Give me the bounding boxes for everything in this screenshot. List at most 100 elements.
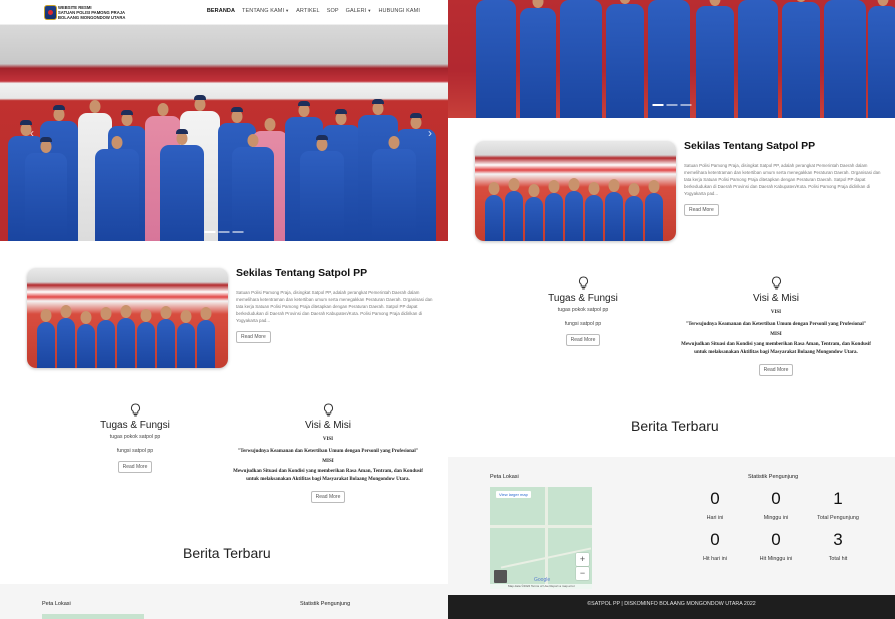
misi-label: MISI	[322, 459, 334, 464]
lightbulb-icon	[323, 403, 333, 417]
nav-item-tentang-kami[interactable]: TENTANG KAMI▼	[242, 8, 289, 14]
stat-value: 0	[771, 530, 781, 549]
visi-misi-block: Visi & Misi VISI "Terwujudnya Keamanan d…	[676, 276, 876, 376]
nav-item-hubungi-kami[interactable]: HUBUNGI KAMI	[378, 8, 420, 14]
google-logo: Google	[534, 577, 551, 583]
nav-item-label: SOP	[326, 8, 339, 14]
visi-read-more-button[interactable]: Read More	[310, 491, 346, 503]
carousel-indicators	[204, 231, 244, 233]
lightbulb-icon	[130, 403, 140, 417]
carousel-indicator[interactable]	[204, 231, 216, 233]
carousel-indicator[interactable]	[666, 104, 677, 106]
visi-read-more-button[interactable]: Read More	[758, 364, 794, 376]
view-larger-map-link[interactable]: View larger map	[496, 491, 531, 498]
site-brand[interactable]: WEBSITE RESMI SATUAN POLISI PAMONG PRAJA…	[58, 5, 128, 20]
caret-down-icon: ▼	[285, 8, 290, 13]
navbar: WEBSITE RESMI SATUAN POLISI PAMONG PRAJA…	[0, 0, 448, 25]
tugas-read-more-button[interactable]: Read More	[565, 334, 601, 346]
zoom-out-button[interactable]: −	[576, 567, 589, 580]
street-view-pegman-icon[interactable]	[494, 570, 507, 583]
carousel-indicator[interactable]	[680, 104, 691, 106]
about-text: Satuan Polisi Pamong Praja, disingkat Sa…	[684, 163, 881, 196]
stat-value: 3	[833, 530, 843, 549]
site-logo-icon[interactable]	[44, 5, 57, 20]
about-title: Sekilas Tentang Satpol PP	[236, 267, 368, 279]
visi-label: VISI	[770, 310, 782, 315]
nav-item-label: TENTANG KAMI	[242, 8, 285, 14]
hero-photo	[0, 91, 448, 241]
zoom-in-button[interactable]: +	[576, 553, 589, 566]
nav-item-label: GALERI	[345, 8, 367, 14]
tugas-body: fungsi satpol pp	[564, 321, 602, 327]
carousel-prev-icon[interactable]: ‹	[30, 126, 34, 140]
lightbulb-icon	[578, 276, 588, 290]
visi-text: "Terwujudnya Keamanan dan Ketertiban Umu…	[685, 322, 867, 327]
stat-hit-minggu-ini: 0 Hit Minggu ini	[746, 530, 806, 562]
map-title: Peta Lokasi	[490, 474, 519, 480]
stat-label: Total Pengunjung	[817, 515, 859, 521]
page-capture-left: WEBSITE RESMI SATUAN POLISI PAMONG PRAJA…	[0, 0, 448, 619]
carousel-indicator[interactable]	[652, 104, 663, 106]
about-title: Sekilas Tentang Satpol PP	[684, 140, 816, 152]
carousel-indicator[interactable]	[232, 231, 244, 233]
about-read-more-button[interactable]: Read More	[236, 331, 271, 343]
page-capture-right: Sekilas Tentang Satpol PP Satuan Polisi …	[448, 0, 895, 619]
stat-minggu-ini: 0 Minggu ini	[746, 489, 806, 521]
footer-copyright: ©SATPOL PP | DISKOMINFO BOLAANG MONGONDO…	[587, 601, 756, 607]
stat-label: Minggu ini	[763, 515, 789, 521]
stats-title: Statistik Pengunjung	[748, 474, 799, 480]
carousel-indicator[interactable]	[218, 231, 230, 233]
about-image	[27, 268, 228, 368]
map-attribution[interactable]: Map data ©2022 Terms of Use Report a map…	[490, 584, 592, 589]
carousel-next-icon[interactable]: ›	[428, 126, 432, 140]
stat-label: Total hit	[828, 556, 848, 562]
visi-text: "Terwujudnya Keamanan dan Ketertiban Umu…	[237, 449, 419, 454]
nav-item-label: BERANDA	[206, 8, 236, 14]
stat-label: Hit Minggu ini	[759, 556, 793, 562]
tugas-fungsi-block: Tugas & Fungsi tugas pokok satpol pp fun…	[60, 403, 210, 473]
nav-item-label: HUBUNGI KAMI	[378, 8, 420, 14]
visi-title: Visi & Misi	[753, 293, 799, 304]
nav-item-artikel[interactable]: ARTIKEL	[296, 8, 320, 14]
stat-label: Hit hari ini	[703, 556, 727, 562]
news-section-title: Berita Terbaru	[631, 418, 719, 434]
nav-item-beranda[interactable]: BERANDA	[207, 8, 235, 14]
nav-item-label: ARTIKEL	[296, 8, 320, 14]
visi-misi-block: Visi & Misi VISI "Terwujudnya Keamanan d…	[228, 403, 428, 503]
map-embed[interactable]: View larger map + − Google Map data ©202…	[490, 487, 592, 589]
tugas-read-more-button[interactable]: Read More	[117, 461, 153, 473]
map-title: Peta Lokasi	[42, 601, 71, 607]
map-embed[interactable]	[42, 614, 144, 619]
brand-line-3: BOLAANG MONGONDOW UTARA	[58, 15, 126, 20]
nav-menu: BERANDA TENTANG KAMI▼ ARTIKEL SOP GALERI…	[207, 8, 420, 14]
about-read-more-button[interactable]: Read More	[684, 204, 719, 216]
tugas-body: fungsi satpol pp	[116, 448, 154, 454]
stat-value: 1	[833, 489, 843, 508]
hero-carousel-scrolled[interactable]	[448, 0, 895, 118]
visi-title: Visi & Misi	[305, 420, 351, 431]
misi-label: MISI	[770, 332, 782, 337]
caret-down-icon: ▼	[367, 8, 372, 13]
misi-text: Mewujudkan Situasi dan Kondisi yang memb…	[233, 469, 423, 482]
stat-hari-ini: 0 Hari ini	[685, 489, 745, 521]
stat-value: 0	[771, 489, 781, 508]
tugas-subtitle: tugas pokok satpol pp	[557, 307, 609, 313]
tugas-title: Tugas & Fungsi	[548, 293, 618, 304]
nav-item-galeri[interactable]: GALERI▼	[346, 8, 372, 14]
nav-item-sop[interactable]: SOP	[327, 8, 339, 14]
tugas-subtitle: tugas pokok satpol pp	[109, 434, 161, 440]
carousel-indicators	[652, 104, 691, 106]
stats-title: Statistik Pengunjung	[300, 601, 351, 607]
tugas-fungsi-block: Tugas & Fungsi tugas pokok satpol pp fun…	[508, 276, 658, 346]
stat-total-hit: 3 Total hit	[808, 530, 868, 562]
tugas-title: Tugas & Fungsi	[100, 420, 170, 431]
hero-carousel[interactable]: ‹ ›	[0, 25, 448, 241]
news-section-title: Berita Terbaru	[183, 545, 271, 561]
misi-text: Mewujudkan Situasi dan Kondisi yang memb…	[681, 342, 871, 355]
stat-value: 0	[710, 489, 720, 508]
page-footer: ©SATPOL PP | DISKOMINFO BOLAANG MONGONDO…	[448, 595, 895, 619]
stat-hit-hari-ini: 0 Hit hari ini	[685, 530, 745, 562]
stat-total-pengunjung: 1 Total Pengunjung	[808, 489, 868, 521]
stat-value: 0	[710, 530, 720, 549]
hero-photo	[448, 0, 895, 118]
